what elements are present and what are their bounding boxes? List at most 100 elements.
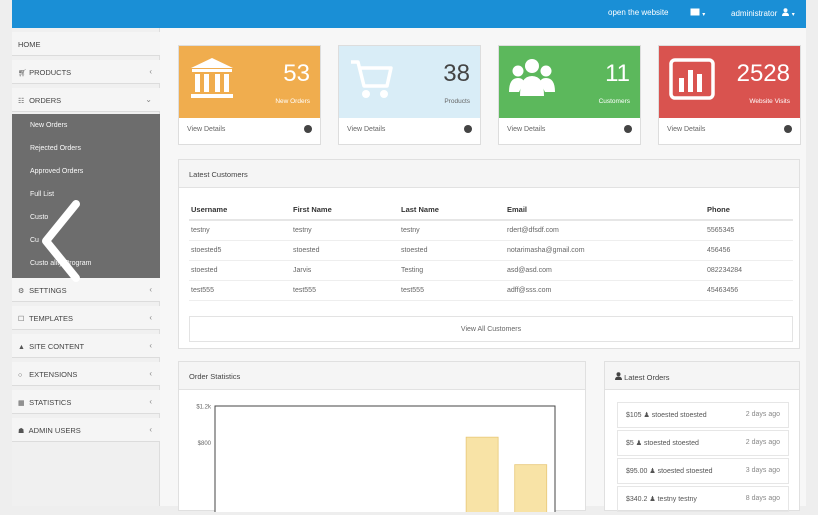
carousel-prev-arrow-icon[interactable] xyxy=(36,196,86,286)
sidebar-item-label: TEMPLATES xyxy=(28,314,73,323)
submenu-item-loyalty-program[interactable]: Custo ality Program xyxy=(12,254,160,277)
chevron-left-icon: ‹ xyxy=(149,369,152,378)
panel-title: Order Statistics xyxy=(179,362,585,390)
table-cell: asd@asd.com xyxy=(505,260,705,281)
table-cell: stoested xyxy=(291,240,399,261)
order-time: 2 days ago xyxy=(745,411,780,418)
order-time: 2 days ago xyxy=(745,439,780,446)
table-cell: test555 xyxy=(189,280,291,301)
chart-plot-area xyxy=(214,405,556,512)
table-row[interactable]: test555 test555 test555 adff@sss.com 454… xyxy=(189,280,793,301)
table-cell: stoested xyxy=(189,260,291,281)
list-item[interactable]: $340.2 ♟ testny testny 8 days ago xyxy=(617,486,789,512)
submenu-item-customers[interactable]: Custo xyxy=(12,208,160,231)
circle-arrow-right-icon[interactable] xyxy=(784,125,792,133)
sidebar-item-site-content[interactable]: ▲ SITE CONTENT ‹ xyxy=(12,334,160,358)
chevron-down-icon: ⌄ xyxy=(145,95,152,104)
main-content: 53 New Orders View Details 38 Products V… xyxy=(160,28,806,512)
sidebar: HOME 🛒︎ PRODUCTS ‹ ☷ ORDERS ⌄ New Orders… xyxy=(12,28,160,506)
sidebar-item-statistics[interactable]: ▦ STATISTICS ‹ xyxy=(12,390,160,414)
user-icon xyxy=(782,8,791,18)
sidebar-item-orders[interactable]: ☷ ORDERS ⌄ xyxy=(12,88,160,112)
user-icon: ♟ xyxy=(649,468,656,475)
view-all-customers-button[interactable]: View All Customers xyxy=(189,316,793,342)
table-cell: rdert@dfsdf.com xyxy=(505,220,705,241)
column-header[interactable]: First Name xyxy=(291,200,399,221)
view-details-link[interactable]: View Details xyxy=(667,126,705,133)
circle-arrow-right-icon[interactable] xyxy=(624,125,632,133)
list-item[interactable]: $105 ♟ stoested stoested 2 days ago xyxy=(617,402,789,428)
table-header-row: Username First Name Last Name Email Phon… xyxy=(189,200,793,221)
table-cell: 5565345 xyxy=(705,220,793,241)
column-header[interactable]: Username xyxy=(189,200,291,221)
stat-card-customers[interactable]: 11 Customers View Details xyxy=(498,45,641,145)
table-row[interactable]: testny testny testny rdert@dfsdf.com 556… xyxy=(189,220,793,241)
order-time: 3 days ago xyxy=(745,467,780,474)
chevron-left-icon: ‹ xyxy=(149,397,152,406)
table-icon: ▦ xyxy=(18,400,25,407)
chart-bar[interactable] xyxy=(465,436,499,512)
order-customer: testny testny xyxy=(657,496,697,503)
submenu-item-new-orders[interactable]: New Orders xyxy=(12,116,160,139)
cart-icon: 🛒︎ xyxy=(18,70,27,77)
table-row[interactable]: stoested5 stoested stoested notarimasha@… xyxy=(189,240,793,261)
stat-card-products[interactable]: 38 Products View Details xyxy=(338,45,481,145)
order-amount: $5 xyxy=(626,440,634,447)
sidebar-item-home[interactable]: HOME xyxy=(12,32,160,56)
user-icon xyxy=(615,372,624,382)
table-cell: Jarvis xyxy=(291,260,399,281)
view-details-link[interactable]: View Details xyxy=(507,126,545,133)
column-header[interactable]: Email xyxy=(505,200,705,221)
list-item[interactable]: $5 ♟ stoested stoested 2 days ago xyxy=(617,430,789,456)
sidebar-item-admin-users[interactable]: ☗ ADMIN USERS ‹ xyxy=(12,418,160,442)
view-details-link[interactable]: View Details xyxy=(347,126,385,133)
submenu-item-full-list[interactable]: Full List xyxy=(12,185,160,208)
chevron-left-icon: ‹ xyxy=(149,285,152,294)
user-icon: ♟ xyxy=(635,440,643,447)
table-cell: Testing xyxy=(399,260,505,281)
panel-title: Latest Orders xyxy=(624,373,670,382)
users-icon: ☗ xyxy=(18,428,25,435)
stat-card-new-orders[interactable]: 53 New Orders View Details xyxy=(178,45,321,145)
order-customer: stoested stoested xyxy=(657,468,713,475)
column-header[interactable]: Phone xyxy=(705,200,793,221)
open-website-link[interactable]: open the website xyxy=(608,8,669,17)
list-item[interactable]: $95.00 ♟ stoested stoested 3 days ago xyxy=(617,458,789,484)
sidebar-item-templates[interactable]: ☐ TEMPLATES ‹ xyxy=(12,306,160,330)
template-icon: ☐ xyxy=(18,316,25,323)
envelope-icon[interactable]: ▾ xyxy=(690,8,705,18)
stat-value: 2528 xyxy=(736,60,790,87)
latest-customers-panel: Latest Customers Username First Name Las… xyxy=(178,159,800,349)
sidebar-item-label: PRODUCTS xyxy=(29,68,72,77)
submenu-item-approved-orders[interactable]: Approved Orders xyxy=(12,162,160,185)
column-header[interactable]: Last Name xyxy=(399,200,505,221)
sidebar-item-label: EXTENSIONS xyxy=(29,370,78,379)
list-icon: ☷ xyxy=(18,98,25,105)
sidebar-item-extensions[interactable]: ○ EXTENSIONS ‹ xyxy=(12,362,160,386)
circle-icon: ○ xyxy=(18,372,23,379)
sidebar-item-products[interactable]: 🛒︎ PRODUCTS ‹ xyxy=(12,60,160,84)
chart-bar[interactable] xyxy=(514,464,548,512)
table-cell: test555 xyxy=(291,280,399,301)
stat-label: Website Visits xyxy=(749,98,790,105)
view-details-link[interactable]: View Details xyxy=(187,126,225,133)
circle-arrow-right-icon[interactable] xyxy=(464,125,472,133)
submenu-item-customer-groups[interactable]: Cu xyxy=(12,231,160,254)
admin-user-menu[interactable]: administrator ▾ xyxy=(731,8,795,18)
sidebar-item-settings[interactable]: ⚙ SETTINGS ‹ xyxy=(12,278,160,302)
submenu-item-rejected-orders[interactable]: Rejected Orders xyxy=(12,139,160,162)
orders-submenu: New Orders Rejected Orders Approved Orde… xyxy=(12,114,160,278)
sidebar-item-label: SITE CONTENT xyxy=(29,342,85,351)
table-row[interactable]: stoested Jarvis Testing asd@asd.com 0822… xyxy=(189,260,793,281)
user-icon: ♟ xyxy=(643,412,650,419)
circle-arrow-right-icon[interactable] xyxy=(304,125,312,133)
table-cell: notarimasha@gmail.com xyxy=(505,240,705,261)
panel-header: Latest Orders xyxy=(605,362,799,390)
chevron-left-icon: ‹ xyxy=(149,341,152,350)
stat-label: Customers xyxy=(598,98,630,105)
chevron-down-icon: ▾ xyxy=(791,12,795,18)
table-cell: testny xyxy=(291,220,399,241)
stat-card-website-visits[interactable]: 2528 Website Visits View Details xyxy=(658,45,801,145)
chevron-left-icon: ‹ xyxy=(149,67,152,76)
sidebar-item-label: SETTINGS xyxy=(29,286,67,295)
